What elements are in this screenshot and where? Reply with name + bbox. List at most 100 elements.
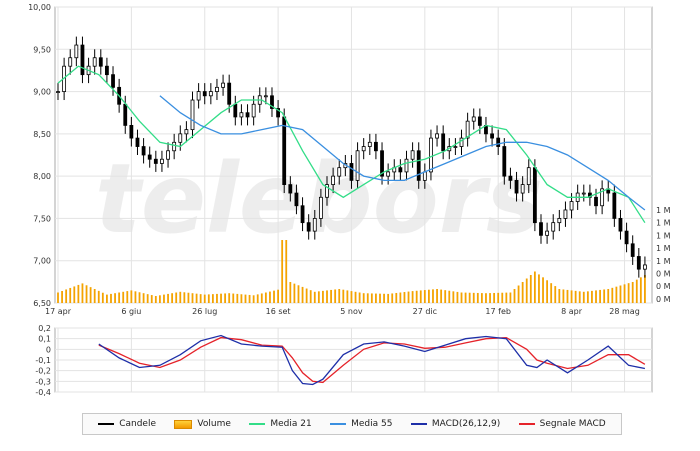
volume-bar [554, 286, 557, 303]
volume-bar [591, 290, 593, 303]
volume-bar [505, 292, 508, 303]
candle-body [239, 112, 244, 118]
volume-bar [387, 293, 390, 303]
volume-bar [595, 290, 597, 303]
y-tick-label: 7,00 [33, 257, 51, 266]
candle-body [539, 222, 543, 236]
volume-bar [114, 293, 116, 303]
volume-bar [309, 290, 312, 303]
candle-body [196, 91, 201, 101]
y-tick-label: 9,00 [33, 88, 51, 97]
volume-bar [566, 289, 569, 303]
candle-body [453, 146, 458, 148]
volume-bar [391, 293, 394, 303]
volume-bar [436, 289, 438, 303]
volume-bar [69, 287, 72, 303]
volume-tick-label: 0 M [656, 282, 671, 291]
macd-y-tick-label: -0,4 [35, 388, 51, 397]
candle-body [349, 163, 354, 181]
candle-body [178, 133, 183, 143]
volume-bar [150, 295, 153, 303]
candle-body [227, 82, 232, 105]
volume-swatch-icon [174, 419, 193, 429]
volume-tick-label: 0 M [656, 270, 671, 279]
volume-bar [297, 285, 300, 303]
volume-bar [611, 287, 614, 303]
volume-bar [607, 289, 610, 303]
volume-bar [146, 294, 149, 303]
x-tick-label: 5 nov [340, 307, 363, 316]
y-tick-label: 8,00 [33, 172, 51, 181]
macd-y-tick-label: 0,2 [38, 324, 51, 333]
volume-bar [456, 291, 459, 303]
line-swatch-icon [330, 423, 347, 425]
volume-bar [203, 294, 206, 303]
chart-canvas: telebors10,009,509,008,508,007,507,006,5… [28, 3, 671, 397]
candle-body [331, 175, 336, 185]
volume-bar [538, 274, 540, 303]
candle-body [294, 192, 299, 207]
volume-bar [264, 292, 267, 303]
candle-body [184, 129, 189, 135]
macd-y-tick-label: -0,1 [35, 356, 51, 365]
candle-body [288, 184, 293, 194]
volume-bar [346, 290, 349, 303]
volume-bar [460, 292, 463, 303]
volume-bar [167, 293, 169, 303]
legend-item-volume: Volume [174, 419, 231, 429]
volume-bar [627, 283, 630, 303]
macd-y-tick-label: -0,2 [35, 367, 51, 376]
volume-bar [73, 286, 76, 303]
candle-body [545, 230, 550, 236]
volume-bar [322, 290, 324, 303]
volume-bar [89, 287, 92, 303]
candle-body [367, 141, 372, 147]
y-tick-label: 9,50 [33, 45, 51, 54]
volume-bar [582, 291, 585, 303]
volume-bar [521, 282, 524, 303]
volume-bar [126, 291, 129, 303]
volume-bar [485, 293, 487, 303]
volume-bar [313, 291, 316, 303]
candle-body [410, 150, 415, 160]
volume-bar [423, 290, 426, 303]
volume-tick-label: 1 M [656, 206, 671, 215]
candle-body [80, 44, 85, 76]
x-tick-label: 28 mag [609, 307, 640, 316]
volume-bar [285, 240, 288, 303]
volume-bar [293, 283, 296, 303]
volume-bar [562, 289, 565, 303]
volume-bar [269, 291, 271, 303]
x-tick-label: 6 giu [121, 307, 141, 316]
volume-bar [93, 289, 96, 303]
volume-bar [501, 292, 504, 303]
volume-bar [207, 294, 210, 303]
candle-body [581, 192, 586, 195]
x-tick-label: 26 lug [192, 307, 217, 316]
volume-bar [517, 285, 520, 303]
legend-item-signal: Segnale MACD [518, 419, 606, 429]
candle-body [471, 116, 476, 122]
volume-bar [187, 292, 190, 303]
volume-bar [338, 289, 341, 303]
volume-bar [305, 288, 308, 303]
volume-bar [533, 271, 536, 303]
candle-body [612, 192, 617, 219]
volume-bar [277, 289, 279, 303]
volume-bar [216, 293, 218, 303]
candle-body [141, 146, 146, 156]
volume-bar [399, 292, 402, 303]
candle-body [398, 167, 403, 173]
volume-tick-label: 1 M [656, 219, 671, 228]
macd-y-tick-label: -0,3 [35, 377, 51, 386]
volume-tick-label: 1 M [656, 257, 671, 266]
volume-bar [444, 290, 447, 303]
candle-body [172, 141, 177, 152]
volume-bar [639, 277, 642, 303]
volume-bar [550, 283, 553, 303]
candle-body [160, 158, 164, 164]
candle-body [569, 201, 574, 211]
candle-body [361, 146, 366, 152]
candle-body [520, 184, 525, 194]
candle-body [502, 146, 507, 177]
